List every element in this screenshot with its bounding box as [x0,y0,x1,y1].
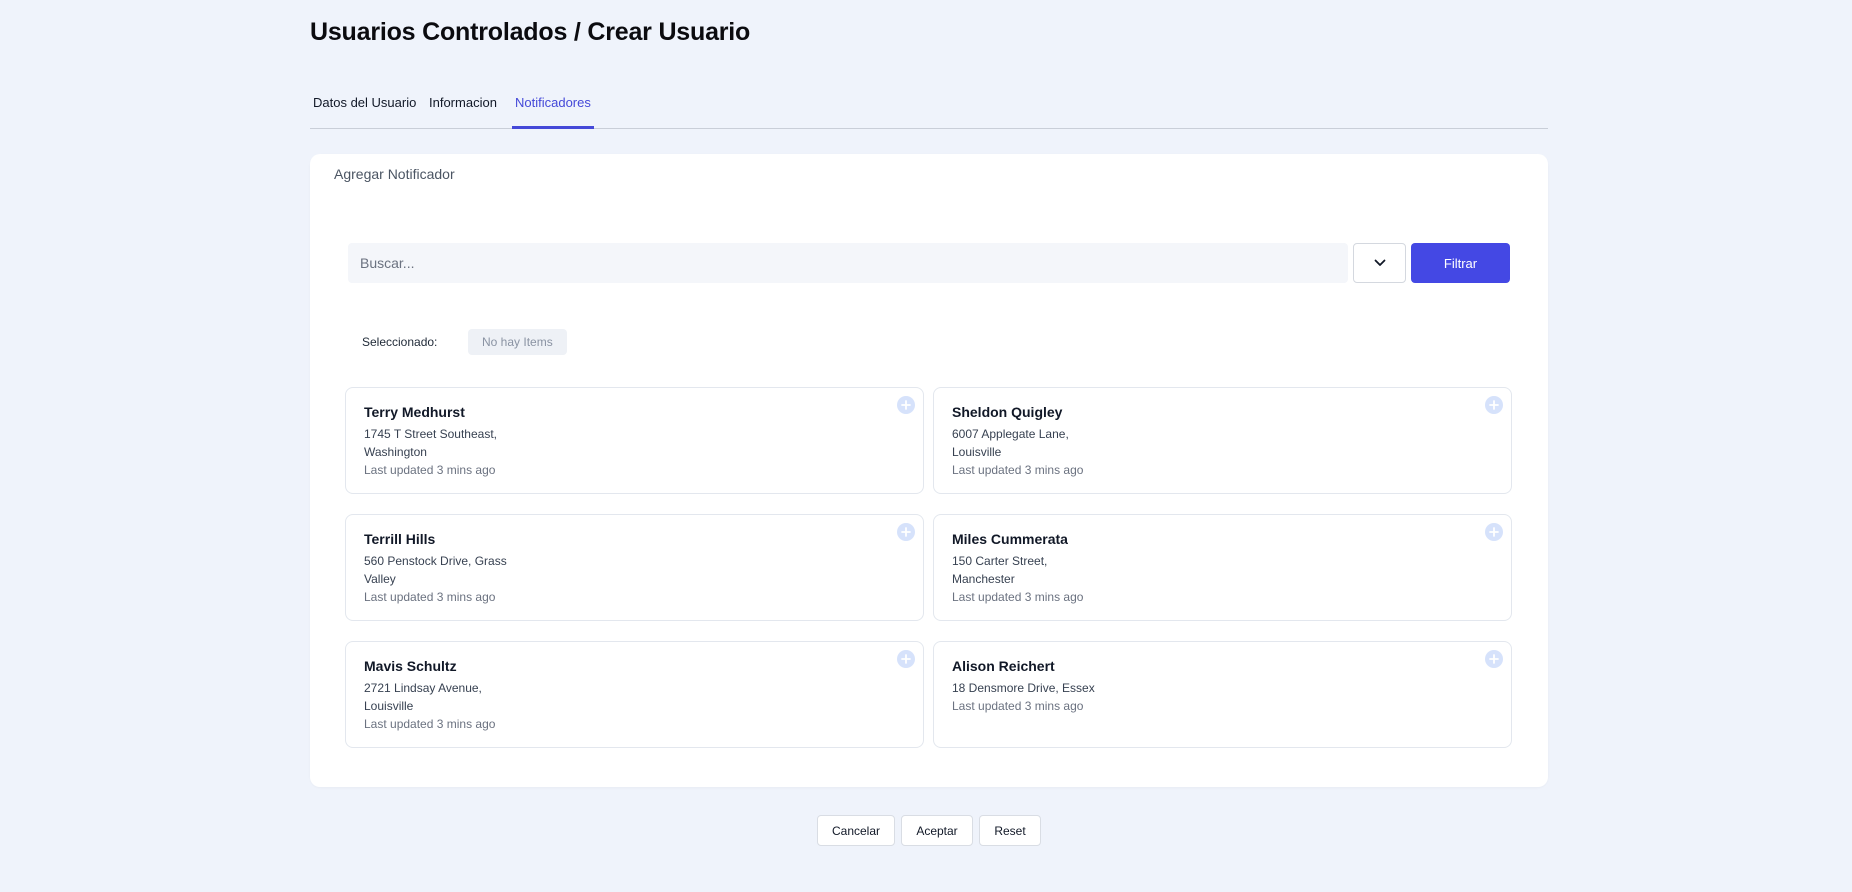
card-name: Mavis Schultz [364,658,457,674]
tab-informacion[interactable]: Informacion [426,88,500,129]
card-updated: Last updated 3 mins ago [952,699,1084,713]
card-address: 150 Carter Street, Manchester [952,554,1048,586]
card-updated: Last updated 3 mins ago [952,590,1084,604]
notifier-card[interactable]: Alison Reichert 18 Densmore Drive, Essex… [933,641,1512,748]
notifier-card[interactable]: Sheldon Quigley 6007 Applegate Lane, Lou… [933,387,1512,494]
panel-title: Agregar Notificador [334,166,455,182]
tab-datos-del-usuario[interactable]: Datos del Usuario [310,88,419,129]
add-circle-icon[interactable] [1485,396,1503,414]
card-name: Terrill Hills [364,531,436,547]
tab-notificadores[interactable]: Notificadores [512,88,594,129]
selected-label: Seleccionado: [362,335,438,349]
add-circle-icon[interactable] [897,396,915,414]
card-updated: Last updated 3 mins ago [952,463,1084,477]
card-address: 2721 Lindsay Avenue, Louisville [364,681,482,713]
card-address: 1745 T Street Southeast, Washington [364,427,497,459]
filter-button[interactable]: Filtrar [1411,243,1510,283]
accept-button[interactable]: Aceptar [901,815,973,846]
filter-dropdown-button[interactable] [1353,243,1406,283]
card-updated: Last updated 3 mins ago [364,590,496,604]
add-notifier-panel: Agregar Notificador Filtrar Seleccionado… [310,154,1548,787]
card-name: Miles Cummerata [952,531,1068,547]
add-circle-icon[interactable] [1485,650,1503,668]
notifier-card[interactable]: Terrill Hills 560 Penstock Drive, Grass … [345,514,924,621]
card-name: Sheldon Quigley [952,404,1063,420]
cancel-button[interactable]: Cancelar [817,815,895,846]
add-circle-icon[interactable] [1485,523,1503,541]
card-updated: Last updated 3 mins ago [364,717,496,731]
add-circle-icon[interactable] [897,650,915,668]
card-address: 6007 Applegate Lane, Louisville [952,427,1069,459]
card-address: 18 Densmore Drive, Essex [952,681,1095,695]
page-title: Usuarios Controlados / Crear Usuario [310,18,751,46]
selected-empty-badge: No hay Items [468,329,567,355]
chevron-down-icon [1374,259,1385,266]
card-address: 560 Penstock Drive, Grass Valley [364,554,507,586]
add-circle-icon[interactable] [897,523,915,541]
tab-bar: Datos del Usuario Informacion Notificado… [310,88,1548,129]
notifier-card[interactable]: Terry Medhurst 1745 T Street Southeast, … [345,387,924,494]
notifier-card[interactable]: Miles Cummerata 150 Carter Street, Manch… [933,514,1512,621]
notifier-card[interactable]: Mavis Schultz 2721 Lindsay Avenue, Louis… [345,641,924,748]
card-name: Alison Reichert [952,658,1055,674]
card-updated: Last updated 3 mins ago [364,463,496,477]
reset-button[interactable]: Reset [979,815,1041,846]
search-input[interactable] [348,243,1348,283]
card-name: Terry Medhurst [364,404,465,420]
